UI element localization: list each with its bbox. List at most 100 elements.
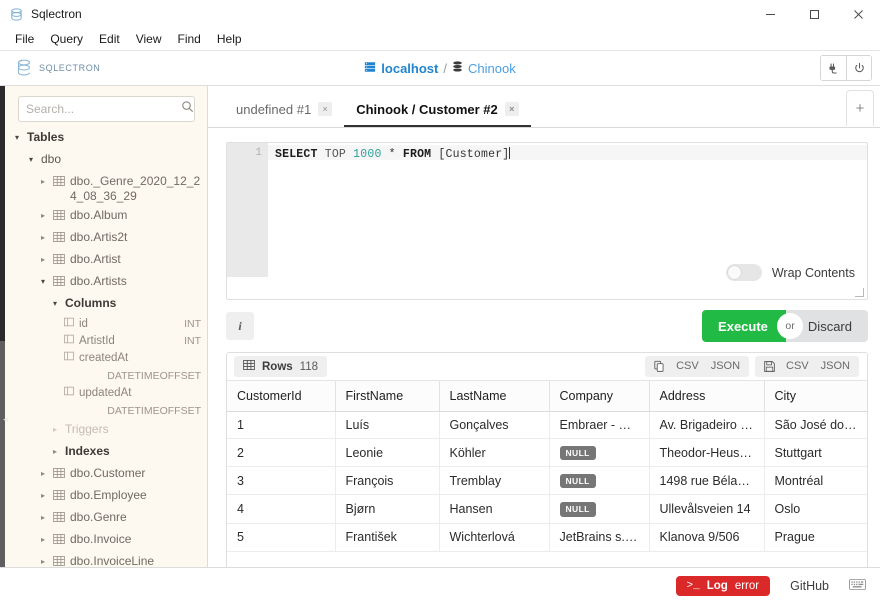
table-cell[interactable]: 2 <box>227 438 336 468</box>
chevron-right-icon[interactable]: ▸ <box>38 208 48 224</box>
save-csv-button[interactable]: CSV <box>780 356 815 377</box>
chevron-right-icon[interactable]: ▸ <box>38 532 48 548</box>
query-info-button[interactable]: i <box>226 312 254 340</box>
column-row[interactable]: updatedAt DATETIMEOFFSET <box>12 385 207 420</box>
copy-json-button[interactable]: JSON <box>705 356 746 377</box>
table-cell[interactable]: František <box>335 523 440 552</box>
tree-node-table[interactable]: ▸ dbo.Artist <box>12 250 207 272</box>
chevron-right-icon[interactable]: ▸ <box>38 466 48 482</box>
table-cell[interactable]: Theodor-Heuss-... <box>649 438 765 468</box>
table-cell[interactable]: 3 <box>227 466 336 496</box>
table-cell[interactable]: Stuttgart <box>764 438 867 468</box>
column-row[interactable]: id INT <box>12 316 207 333</box>
table-row[interactable]: 5 František Wichterlová JetBrains s.r.o. Kla… <box>227 523 867 552</box>
table-cell[interactable]: Montréal <box>764 466 867 496</box>
power-icon[interactable] <box>846 56 871 80</box>
wrap-contents-toggle[interactable] <box>725 264 762 281</box>
tree-node-columns[interactable]: ▾ Columns <box>12 294 207 316</box>
tree-node-triggers[interactable]: ▸ Triggers <box>12 420 207 442</box>
search-input[interactable] <box>26 102 181 116</box>
save-json-button[interactable]: JSON <box>815 356 856 377</box>
chevron-right-icon[interactable]: ▸ <box>38 510 48 526</box>
tab-chinook-customer-2[interactable]: Chinook / Customer #2 × <box>344 93 531 127</box>
table-cell[interactable]: Klanova 9/506 <box>649 523 765 552</box>
table-cell[interactable]: Ullevålsveien 14 <box>649 494 765 524</box>
column-header-lastname[interactable]: LastName <box>439 381 550 412</box>
chevron-down-icon[interactable]: ▾ <box>38 274 48 290</box>
execute-button[interactable]: Execute <box>702 310 786 342</box>
tab-close-icon[interactable]: × <box>318 102 333 116</box>
table-cell[interactable]: NULL <box>549 466 650 496</box>
tree-node-table[interactable]: ▸ dbo.Artis2t <box>12 228 207 250</box>
table-cell[interactable]: 1498 rue Bélanger <box>649 466 765 496</box>
sql-editor[interactable]: 1 SELECT TOP 1000 * FROM [Customer] Wrap… <box>226 142 868 300</box>
table-cell[interactable]: 5 <box>227 523 336 552</box>
table-row[interactable]: 3 François Tremblay NULL 1498 rue Bélanger Mo… <box>227 466 867 496</box>
table-row[interactable]: 2 Leonie Köhler NULL Theodor-Heuss-... Stuttg… <box>227 438 867 468</box>
table-cell[interactable]: Wichterlová <box>439 523 550 552</box>
chevron-down-icon[interactable]: ▾ <box>50 296 60 312</box>
table-cell[interactable]: Köhler <box>439 438 550 468</box>
log-error-badge[interactable]: >_ Log error <box>675 576 771 596</box>
minimize-button[interactable] <box>748 0 792 28</box>
chevron-down-icon[interactable]: ▾ <box>12 130 22 146</box>
table-cell[interactable]: François <box>335 466 440 496</box>
table-cell[interactable]: JetBrains s.r.o. <box>549 523 650 552</box>
tree-node-table-artists[interactable]: ▾ dbo.Artists <box>12 272 207 294</box>
tree-node-table[interactable]: ▸ dbo.Employee <box>12 486 207 508</box>
copy-csv-button[interactable]: CSV <box>670 356 705 377</box>
table-cell[interactable]: São José dos Ca... <box>764 411 867 439</box>
breadcrumb-server[interactable]: localhost <box>364 61 438 76</box>
tree-node-tables[interactable]: ▾ Tables <box>12 128 207 150</box>
tab-close-icon[interactable]: × <box>504 102 519 116</box>
chevron-right-icon[interactable]: ▸ <box>38 252 48 268</box>
chevron-right-icon[interactable]: ▸ <box>38 230 48 246</box>
table-cell[interactable]: Embraer - Empre... <box>549 411 650 439</box>
editor-resize-handle[interactable] <box>855 288 864 297</box>
tree-node-table[interactable]: ▸ dbo._Genre_2020_12_24_08_36_29 <box>12 172 207 206</box>
tree-node-table[interactable]: ▸ dbo.Customer <box>12 464 207 486</box>
table-cell[interactable]: Hansen <box>439 494 550 524</box>
table-cell[interactable]: NULL <box>549 494 650 524</box>
menu-find[interactable]: Find <box>171 30 208 48</box>
column-header-firstname[interactable]: FirstName <box>335 381 440 412</box>
sidebar-scrollbar-thumb[interactable] <box>0 86 5 341</box>
menu-view[interactable]: View <box>129 30 169 48</box>
close-button[interactable] <box>836 0 880 28</box>
chevron-right-icon[interactable]: ▸ <box>38 488 48 504</box>
table-cell[interactable]: Leonie <box>335 438 440 468</box>
table-cell[interactable]: 4 <box>227 494 336 524</box>
column-header-city[interactable]: City <box>764 381 867 412</box>
github-link[interactable]: GitHub <box>790 579 829 593</box>
keyboard-icon[interactable] <box>849 577 866 595</box>
breadcrumb-database[interactable]: Chinook <box>452 61 516 76</box>
search-icon[interactable] <box>181 100 194 118</box>
tree-node-table[interactable]: ▸ dbo.Album <box>12 206 207 228</box>
column-row[interactable]: ArtistId INT <box>12 333 207 350</box>
table-row[interactable]: 1LuísGonçalvesEmbraer - Empre...Av. Brig… <box>227 411 867 439</box>
menu-help[interactable]: Help <box>210 30 249 48</box>
column-header-company[interactable]: Company <box>549 381 650 412</box>
table-cell[interactable]: Tremblay <box>439 466 550 496</box>
menu-query[interactable]: Query <box>43 30 90 48</box>
chevron-right-icon[interactable]: ▸ <box>38 174 48 190</box>
plug-icon[interactable] <box>821 56 846 80</box>
sidebar-collapse-handle[interactable]: ◂ <box>0 408 11 430</box>
table-cell[interactable]: Prague <box>764 523 867 552</box>
tree-node-dbo[interactable]: ▾ dbo <box>12 150 207 172</box>
table-cell[interactable]: Bjørn <box>335 494 440 524</box>
chevron-right-icon[interactable]: ▸ <box>50 444 60 460</box>
menu-file[interactable]: File <box>8 30 41 48</box>
table-row[interactable]: 4BjørnHansenNULLUllevålsveien 14OsloNULL <box>227 494 867 524</box>
column-header-address[interactable]: Address <box>649 381 765 412</box>
table-cell[interactable]: Gonçalves <box>439 411 550 439</box>
table-cell[interactable]: Oslo <box>764 494 867 524</box>
tree-node-table[interactable]: ▸ dbo.Invoice <box>12 530 207 552</box>
chevron-down-icon[interactable]: ▾ <box>26 152 36 168</box>
tab-undefined-1[interactable]: undefined #1 × <box>224 93 344 127</box>
chevron-right-icon[interactable]: ▸ <box>50 422 60 438</box>
column-row[interactable]: createdAt DATETIMEOFFSET <box>12 350 207 385</box>
table-cell[interactable]: Av. Brigadeiro Fa... <box>649 411 765 439</box>
table-cell[interactable]: Luís <box>335 411 440 439</box>
search-box[interactable] <box>18 96 195 122</box>
